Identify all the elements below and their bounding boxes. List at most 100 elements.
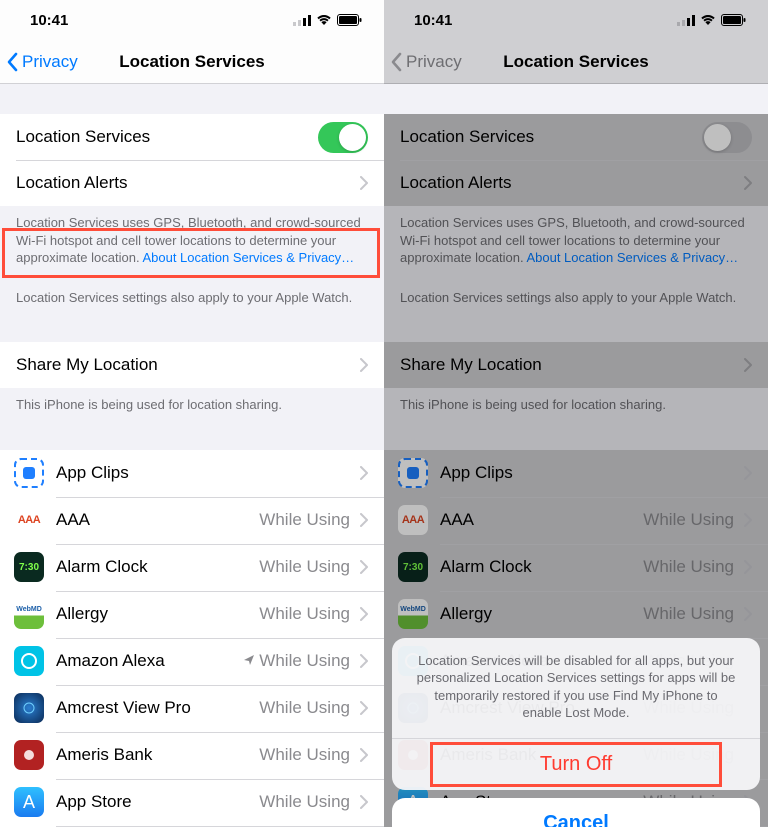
app-name: AAA	[56, 510, 259, 530]
about-location-link[interactable]: About Location Services & Privacy…	[142, 250, 354, 265]
chevron-right-icon	[360, 358, 368, 372]
chevron-right-icon	[744, 607, 752, 621]
app-icon: 7:30	[14, 552, 44, 582]
cell-label: Share My Location	[16, 355, 350, 375]
action-sheet-panel: Location Services will be disabled for a…	[392, 638, 760, 790]
app-name: Alarm Clock	[56, 557, 259, 577]
status-time: 10:41	[30, 12, 68, 29]
phone-right: 10:41 Privacy Location Services Location…	[384, 0, 768, 827]
footer-description: Location Services uses GPS, Bluetooth, a…	[0, 206, 384, 271]
chevron-left-icon	[390, 52, 402, 72]
app-row[interactable]: App Clips	[0, 450, 384, 497]
location-services-toggle[interactable]	[702, 122, 752, 153]
location-alerts-row[interactable]: Location Alerts	[384, 160, 768, 206]
location-services-row[interactable]: Location Services	[384, 114, 768, 160]
app-icon	[14, 646, 44, 676]
app-name: Amazon Alexa	[56, 651, 243, 671]
app-name: Allergy	[56, 604, 259, 624]
app-icon: 7:30	[398, 552, 428, 582]
app-icon: A	[14, 787, 44, 817]
cell-label: Location Services	[16, 127, 318, 147]
share-my-location-row[interactable]: Share My Location	[384, 342, 768, 388]
app-status: While Using	[643, 557, 734, 577]
chevron-right-icon	[744, 466, 752, 480]
app-name: Amcrest View Pro	[56, 698, 259, 718]
app-status: While Using	[259, 651, 350, 671]
app-row[interactable]: AAAAAAWhile Using	[0, 497, 384, 544]
back-label: Privacy	[406, 52, 462, 72]
phone-left: 10:41 Privacy Location Services Location…	[0, 0, 384, 827]
app-status: While Using	[643, 510, 734, 530]
app-row[interactable]: WebMD AllergyWhile Using	[0, 591, 384, 638]
wifi-icon	[700, 14, 716, 26]
cancel-button[interactable]: Cancel	[392, 798, 760, 827]
app-icon: WebMD	[398, 599, 428, 629]
chevron-left-icon	[6, 52, 18, 72]
status-bar: 10:41	[0, 0, 384, 40]
chevron-right-icon	[360, 513, 368, 527]
app-status: While Using	[643, 604, 734, 624]
location-arrow-icon	[243, 651, 255, 671]
back-label: Privacy	[22, 52, 78, 72]
app-row[interactable]: 7:30 Alarm ClockWhile Using	[0, 544, 384, 591]
location-services-toggle[interactable]	[318, 122, 368, 153]
content: Location Services Location Alerts Locati…	[384, 114, 768, 827]
app-name: Alarm Clock	[440, 557, 643, 577]
app-status: While Using	[259, 698, 350, 718]
chevron-right-icon	[360, 654, 368, 668]
action-sheet-message: Location Services will be disabled for a…	[392, 638, 760, 739]
status-icons	[293, 14, 362, 26]
about-location-link[interactable]: About Location Services & Privacy…	[526, 250, 738, 265]
status-icons	[677, 14, 746, 26]
app-name: Allergy	[440, 604, 643, 624]
apps-list: App Clips AAAAAAWhile Using 7:30 Alarm Cloc…	[0, 450, 384, 827]
app-icon	[14, 693, 44, 723]
chevron-right-icon	[360, 748, 368, 762]
app-status: While Using	[259, 510, 350, 530]
app-status: While Using	[259, 604, 350, 624]
app-row[interactable]: App Clips	[384, 450, 768, 497]
app-name: App Clips	[56, 463, 350, 483]
turn-off-button[interactable]: Turn Off	[392, 739, 760, 790]
chevron-right-icon	[744, 513, 752, 527]
app-icon	[14, 458, 44, 488]
app-row[interactable]: 7:30 Alarm ClockWhile Using	[384, 544, 768, 591]
app-name: Ameris Bank	[56, 745, 259, 765]
cell-label: Share My Location	[400, 355, 734, 375]
app-row[interactable]: Amazon Alexa While Using	[0, 638, 384, 685]
chevron-right-icon	[744, 560, 752, 574]
app-row[interactable]: AAAAAAWhile Using	[384, 497, 768, 544]
chevron-right-icon	[360, 795, 368, 809]
back-button[interactable]: Privacy	[0, 52, 78, 72]
battery-icon	[337, 14, 362, 26]
chevron-right-icon	[360, 607, 368, 621]
status-time: 10:41	[414, 12, 452, 29]
app-status: While Using	[259, 792, 350, 812]
footer-sharing: This iPhone is being used for location s…	[0, 388, 384, 418]
cell-label: Location Alerts	[400, 173, 734, 193]
back-button[interactable]: Privacy	[384, 52, 462, 72]
cellular-icon	[677, 15, 695, 26]
app-row[interactable]: AApp StoreWhile Using	[0, 779, 384, 826]
share-my-location-row[interactable]: Share My Location	[0, 342, 384, 388]
footer-watch: Location Services settings also apply to…	[384, 281, 768, 311]
app-status: While Using	[259, 745, 350, 765]
chevron-right-icon	[744, 358, 752, 372]
app-icon: WebMD	[14, 599, 44, 629]
action-sheet: Location Services will be disabled for a…	[384, 638, 768, 827]
chevron-right-icon	[360, 176, 368, 190]
app-row[interactable]: Amcrest View ProWhile Using	[0, 685, 384, 732]
app-status: While Using	[259, 557, 350, 577]
app-row[interactable]: Ameris BankWhile Using	[0, 732, 384, 779]
chevron-right-icon	[360, 466, 368, 480]
location-services-row[interactable]: Location Services	[0, 114, 384, 160]
app-icon: AAA	[398, 505, 428, 535]
cell-label: Location Alerts	[16, 173, 350, 193]
cellular-icon	[293, 15, 311, 26]
footer-watch: Location Services settings also apply to…	[0, 281, 384, 311]
chevron-right-icon	[744, 176, 752, 190]
chevron-right-icon	[360, 701, 368, 715]
content: Location Services Location Alerts Locati…	[0, 114, 384, 827]
app-row[interactable]: WebMD AllergyWhile Using	[384, 591, 768, 638]
location-alerts-row[interactable]: Location Alerts	[0, 160, 384, 206]
